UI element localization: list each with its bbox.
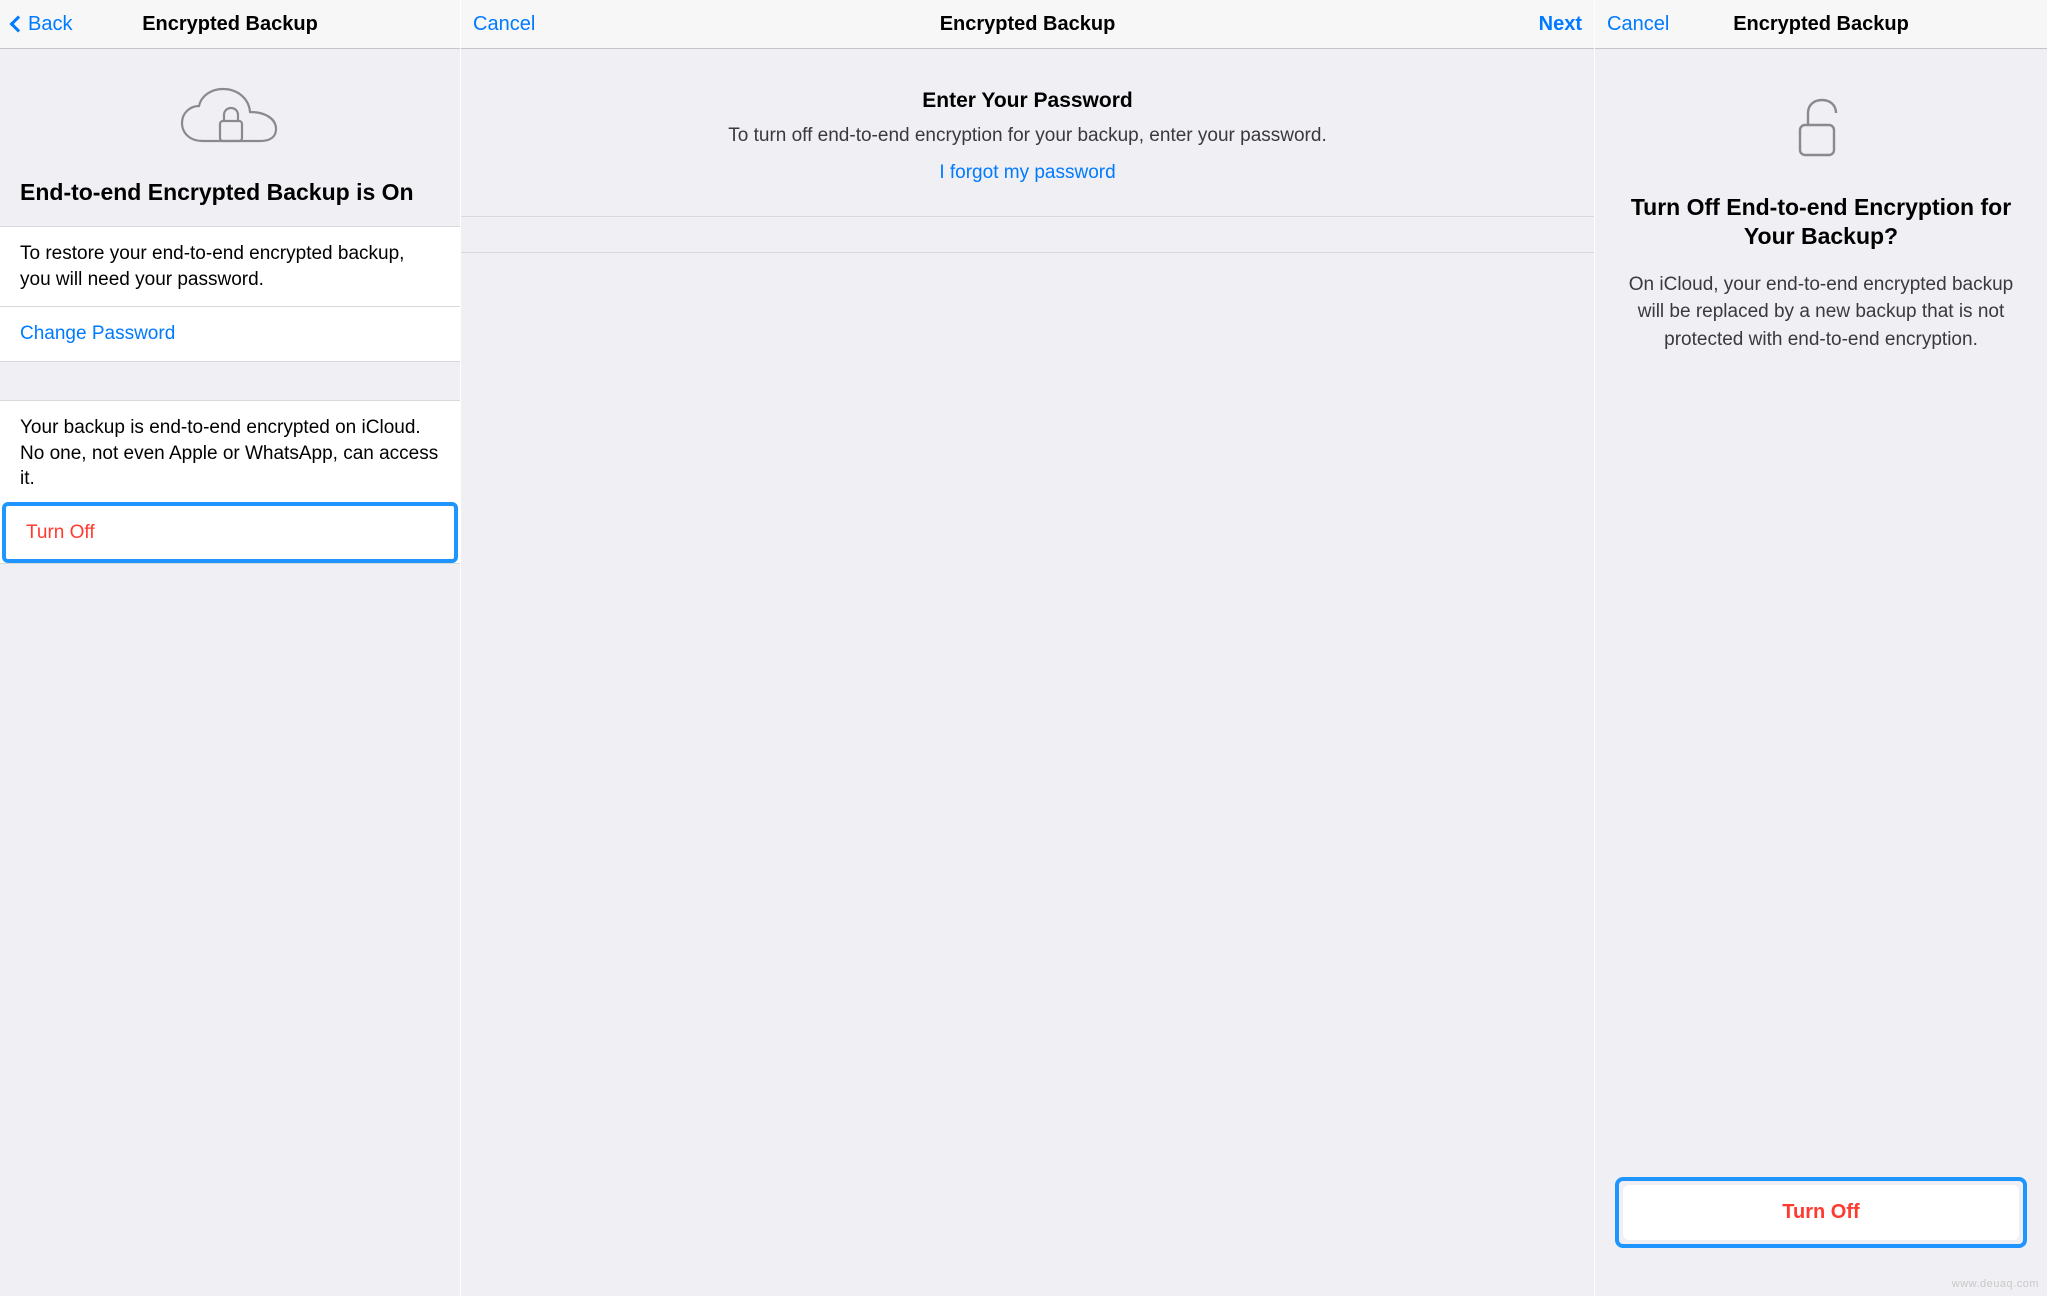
cancel-label: Cancel	[1607, 13, 1669, 36]
bottom-action: Turn Off	[1615, 1177, 2027, 1248]
password-prompt: Enter Your Password To turn off end-to-e…	[461, 49, 1594, 217]
encryption-section: Your backup is end-to-end encrypted on i…	[0, 400, 460, 565]
nav-bar: Cancel Encrypted Backup Next	[461, 0, 1594, 49]
cancel-button[interactable]: Cancel	[1607, 13, 1687, 36]
encryption-note: Your backup is end-to-end encrypted on i…	[0, 401, 460, 506]
prompt-description: To turn off end-to-end encryption for yo…	[487, 123, 1568, 150]
password-section: To restore your end-to-end encrypted bac…	[0, 226, 460, 362]
next-button[interactable]: Next	[1502, 13, 1582, 36]
back-button[interactable]: Back	[12, 13, 92, 36]
nav-bar: Cancel Encrypted Backup	[1595, 0, 2047, 49]
confirm-description: On iCloud, your end-to-end encrypted bac…	[1595, 271, 2047, 354]
cloud-lock-icon	[0, 49, 460, 179]
watermark-text: www.deuaq.com	[1952, 1278, 2039, 1290]
nav-title: Encrypted Backup	[142, 13, 318, 36]
forgot-password-link[interactable]: I forgot my password	[939, 162, 1115, 184]
confirm-turn-off-button[interactable]: Turn Off	[1623, 1185, 2019, 1240]
cancel-label: Cancel	[473, 13, 535, 36]
next-label: Next	[1539, 13, 1582, 36]
turn-off-highlight: Turn Off	[1615, 1177, 2027, 1248]
change-password-link[interactable]: Change Password	[0, 306, 460, 361]
unlock-icon	[1595, 49, 2047, 193]
screen-confirm-turn-off: Cancel Encrypted Backup Turn Off End-to-…	[1595, 0, 2048, 1296]
input-section-placeholder	[461, 217, 1594, 253]
back-label: Back	[28, 13, 72, 36]
nav-bar: Back Encrypted Backup	[0, 0, 460, 49]
prompt-heading: Enter Your Password	[487, 89, 1568, 113]
nav-title: Encrypted Backup	[940, 13, 1116, 36]
confirm-heading: Turn Off End-to-end Encryption for Your …	[1595, 193, 2047, 271]
status-heading: End-to-end Encrypted Backup is On	[0, 179, 460, 226]
cancel-button[interactable]: Cancel	[473, 13, 553, 36]
chevron-left-icon	[10, 16, 27, 33]
restore-note: To restore your end-to-end encrypted bac…	[0, 227, 460, 306]
nav-title: Encrypted Backup	[1733, 13, 1909, 36]
turn-off-highlight: Turn Off	[2, 502, 458, 564]
turn-off-button[interactable]: Turn Off	[6, 506, 454, 560]
screen-enter-password: Cancel Encrypted Backup Next Enter Your …	[461, 0, 1595, 1296]
screen-backup-status: Back Encrypted Backup End-to-end Encrypt…	[0, 0, 461, 1296]
